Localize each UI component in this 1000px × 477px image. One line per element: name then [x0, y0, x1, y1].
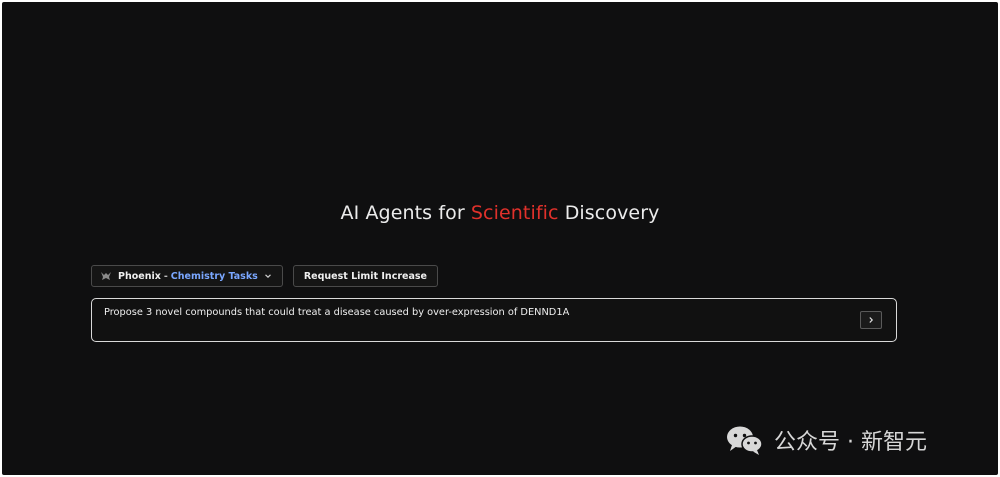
chevron-right-icon — [867, 316, 875, 324]
agent-separator: - — [163, 270, 168, 282]
prompt-input[interactable]: Propose 3 novel compounds that could tre… — [91, 298, 897, 342]
watermark: 公众号 · 新智元 — [724, 420, 927, 460]
agent-mode: Chemistry Tasks — [170, 270, 258, 282]
phoenix-icon — [100, 270, 112, 282]
app-window: AI Agents for Scientific Discovery Phoen… — [2, 2, 998, 475]
title-suffix: Discovery — [558, 202, 660, 224]
watermark-text: 公众号 · 新智元 — [774, 430, 927, 455]
controls-row: Phoenix - Chemistry Tasks Request Limit … — [91, 265, 438, 287]
prompt-text: Propose 3 novel compounds that could tre… — [104, 307, 570, 318]
page-title: AI Agents for Scientific Discovery — [2, 202, 998, 224]
request-limit-increase-button[interactable]: Request Limit Increase — [292, 265, 438, 287]
title-prefix: AI Agents for — [340, 202, 471, 224]
request-limit-label: Request Limit Increase — [303, 270, 427, 282]
send-button[interactable] — [860, 311, 882, 329]
agent-selector-dropdown[interactable]: Phoenix - Chemistry Tasks — [91, 265, 283, 287]
agent-name: Phoenix — [118, 270, 161, 282]
wechat-icon — [724, 423, 764, 457]
chevron-down-icon — [264, 272, 272, 280]
title-accent: Scientific — [470, 202, 559, 224]
